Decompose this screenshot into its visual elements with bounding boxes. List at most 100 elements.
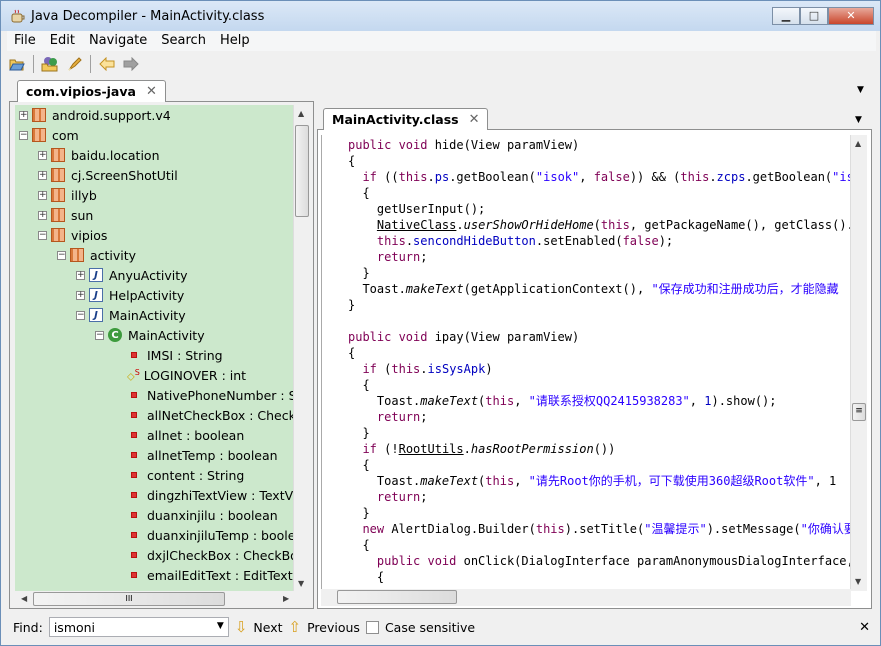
- tree-item[interactable]: allNetCheckBox : CheckB: [114, 405, 294, 425]
- next-arrow-icon[interactable]: ⇩: [235, 618, 248, 636]
- code-line: getUserInput();: [348, 201, 485, 217]
- close-button[interactable]: ✕: [828, 7, 874, 25]
- code-token: new: [362, 522, 392, 536]
- tree-item[interactable]: emailEditText : EditText: [114, 565, 293, 585]
- maximize-button[interactable]: □: [800, 7, 828, 25]
- menu-file[interactable]: File: [7, 31, 43, 51]
- collapse-icon[interactable]: −: [57, 250, 66, 260]
- tab-list-dropdown-icon[interactable]: ▼: [855, 115, 862, 125]
- menu-navigate[interactable]: Navigate: [82, 31, 154, 51]
- close-tab-icon[interactable]: ✕: [146, 84, 157, 99]
- expand-icon[interactable]: +: [38, 150, 47, 160]
- tab-com-vipios-java[interactable]: com.vipios-java ✕: [17, 80, 166, 102]
- field-icon: [131, 532, 137, 538]
- source-code-view[interactable]: public void hide(View paramView){ if ((t…: [321, 135, 850, 591]
- expand-icon[interactable]: +: [38, 210, 47, 220]
- code-token: zcps: [716, 170, 746, 184]
- search-icon[interactable]: [64, 54, 84, 74]
- code-token: false: [593, 170, 630, 184]
- code-token: ;: [420, 410, 428, 424]
- code-token[interactable]: NativeClass: [377, 218, 456, 232]
- tree-item-label: emailEditText : EditText: [147, 567, 293, 583]
- code-token: ,: [579, 170, 594, 184]
- tree-item[interactable]: + baidu.location: [38, 145, 160, 165]
- previous-arrow-icon[interactable]: ⇧: [289, 618, 302, 636]
- field-icon: [131, 552, 137, 558]
- code-token[interactable]: RootUtils: [399, 442, 464, 456]
- find-input[interactable]: ismoni ▼: [48, 617, 229, 637]
- tab-mainactivity-class[interactable]: MainActivity.class ✕: [323, 108, 489, 130]
- tree-item[interactable]: content : String: [114, 465, 244, 485]
- code-token: }: [348, 506, 370, 520]
- code-token: if: [362, 362, 385, 376]
- case-sensitive-checkbox[interactable]: [365, 620, 379, 634]
- code-vertical-scrollbar[interactable]: ▲ ≡ ▼: [850, 135, 867, 591]
- forward-icon[interactable]: [121, 54, 141, 74]
- tree-item[interactable]: − vipios: [38, 225, 107, 245]
- expand-icon[interactable]: +: [38, 170, 47, 180]
- collapse-icon[interactable]: −: [95, 330, 104, 340]
- tree-item[interactable]: − J MainActivity: [76, 305, 186, 325]
- code-token: return: [376, 410, 421, 424]
- tree-item[interactable]: + sun: [38, 205, 93, 225]
- code-line: public void ipay(View paramView): [348, 329, 579, 345]
- field-icon: [131, 412, 137, 418]
- expand-icon[interactable]: +: [19, 110, 28, 120]
- close-tab-icon[interactable]: ✕: [469, 112, 480, 127]
- collapse-icon[interactable]: −: [38, 230, 47, 240]
- tab-list-dropdown-icon[interactable]: ▼: [857, 85, 864, 95]
- tree-item[interactable]: dingzhiTextView : TextVi: [114, 485, 294, 505]
- code-token: .setEnabled(: [535, 234, 623, 248]
- menu-search[interactable]: Search: [154, 31, 213, 51]
- previous-button[interactable]: Previous: [307, 620, 360, 635]
- next-button[interactable]: Next: [253, 620, 282, 635]
- tree-item[interactable]: − C MainActivity: [95, 325, 205, 345]
- expand-icon[interactable]: +: [76, 270, 85, 280]
- toolbar-separator: [33, 55, 34, 73]
- code-line: {: [348, 153, 355, 169]
- tree-item[interactable]: + cj.ScreenShotUtil: [38, 165, 178, 185]
- code-token: ;: [420, 250, 428, 264]
- tree-item[interactable]: + android.support.v4: [19, 105, 171, 125]
- tree-item[interactable]: allnetTemp : boolean: [114, 445, 278, 465]
- code-token: ,: [689, 394, 705, 408]
- code-token: userShowOrHideHome: [463, 218, 594, 232]
- code-token: ).show();: [711, 394, 777, 408]
- tree-item[interactable]: NativePhoneNumber : St: [114, 385, 294, 405]
- collapse-icon[interactable]: −: [19, 130, 28, 140]
- menu-help[interactable]: Help: [213, 31, 257, 51]
- menu-edit[interactable]: Edit: [43, 31, 82, 51]
- expand-icon[interactable]: +: [76, 290, 85, 300]
- chevron-down-icon[interactable]: ▼: [217, 621, 224, 631]
- code-horizontal-scrollbar[interactable]: [321, 589, 851, 606]
- tree-item[interactable]: + J HelpActivity: [76, 285, 184, 305]
- expand-icon[interactable]: +: [38, 190, 47, 200]
- minimize-button[interactable]: ▁: [772, 7, 800, 25]
- tree-item[interactable]: + J AnyuActivity: [76, 265, 188, 285]
- tree-item[interactable]: allnet : boolean: [114, 425, 244, 445]
- tree-item[interactable]: duanxinjiluTemp : boolea: [114, 525, 294, 545]
- tree-item[interactable]: ◇S LOGINOVER : int: [114, 365, 246, 385]
- tree-item[interactable]: duanxinjilu : boolean: [114, 505, 278, 525]
- open-type-icon[interactable]: [40, 54, 60, 74]
- back-icon[interactable]: [97, 54, 117, 74]
- tree-item[interactable]: − activity: [57, 245, 136, 265]
- tree-item[interactable]: − com: [19, 125, 79, 145]
- open-file-icon[interactable]: [7, 54, 27, 74]
- tree-item-label: content : String: [147, 467, 245, 483]
- package-tree[interactable]: + android.support.v4 − com + baidu.location + c…: [15, 105, 294, 591]
- tree-item-label: AnyuActivity: [109, 267, 188, 283]
- code-token: public void: [348, 138, 435, 152]
- tree-item[interactable]: IMSI : String: [114, 345, 223, 365]
- code-token: return: [376, 490, 421, 504]
- code-token: )) && (: [629, 170, 681, 184]
- code-token: this: [376, 234, 406, 248]
- close-find-icon[interactable]: ✕: [859, 620, 870, 635]
- tree-item[interactable]: dxjlCheckBox : CheckBox: [114, 545, 294, 565]
- tree-item[interactable]: + illyb: [38, 185, 97, 205]
- collapse-icon[interactable]: −: [76, 310, 85, 320]
- code-token: makeText: [420, 474, 479, 488]
- tree-vertical-scrollbar[interactable]: ▲ ▼: [293, 105, 310, 591]
- tree-horizontal-scrollbar[interactable]: ◀ III ▶: [15, 591, 310, 608]
